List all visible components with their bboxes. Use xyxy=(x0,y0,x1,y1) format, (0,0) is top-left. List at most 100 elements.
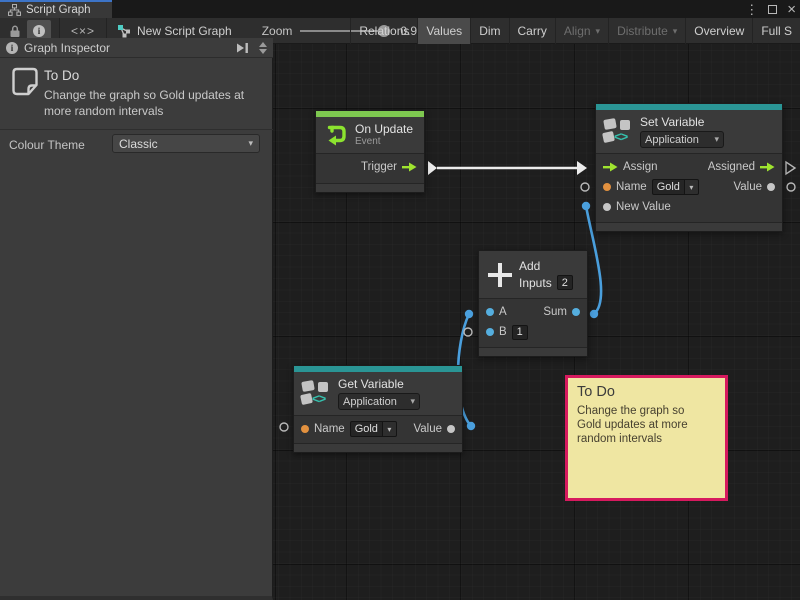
node-ports: Assign Assigned Name Gold ▾ xyxy=(596,153,782,222)
colour-theme-select[interactable]: Classic ▾ xyxy=(112,134,260,153)
graph-inspector-panel: i Graph Inspector To Do Change the graph… xyxy=(0,38,273,600)
maximize-icon[interactable] xyxy=(768,5,777,14)
tab-bar: Script Graph ⋮ × xyxy=(0,0,800,18)
node-title: Set Variable xyxy=(640,115,724,129)
node-footer xyxy=(316,183,424,192)
value-port-label: Value xyxy=(413,423,442,435)
node-add[interactable]: Add Inputs 2 A Sum xyxy=(478,250,588,357)
flow-input-port[interactable] xyxy=(603,162,618,172)
value-port-label: Value xyxy=(733,181,762,193)
toolbar-right-group: Relations Values Dim Carry Align ▾ Distr… xyxy=(350,18,800,44)
scroll-up-icon[interactable] xyxy=(259,42,267,47)
port-row: Assign Assigned xyxy=(596,157,782,177)
sum-port-label: Sum xyxy=(543,306,567,318)
colour-theme-value: Classic xyxy=(119,137,158,151)
node-set-variable[interactable]: <> Set Variable Application ▾ Assign xyxy=(595,103,783,232)
sticky-note-line: Change the graph so xyxy=(577,404,716,418)
name-input-port[interactable] xyxy=(603,183,611,191)
variable-scope-dropdown[interactable]: Application ▾ xyxy=(640,131,724,148)
variable-name-value: Gold xyxy=(652,179,685,195)
more-icon[interactable]: ⋮ xyxy=(745,3,758,16)
close-icon[interactable]: × xyxy=(787,2,796,17)
dock-panel-icon[interactable] xyxy=(236,42,249,54)
name-input-port[interactable] xyxy=(301,425,309,433)
variable-name-dropdown[interactable]: Gold ▾ xyxy=(350,421,397,437)
fullscreen-button[interactable]: Full S xyxy=(752,18,800,44)
assigned-port-label: Assigned xyxy=(708,161,755,173)
update-loop-icon xyxy=(323,123,348,148)
note-body: Change the graph so Gold updates at more… xyxy=(44,87,252,119)
port-row: Name Gold ▾ Value xyxy=(294,419,462,439)
flow-output-port[interactable] xyxy=(760,162,775,172)
sticky-note-todo[interactable]: To Do Change the graph so Gold updates a… xyxy=(565,375,728,501)
node-title: Add xyxy=(519,259,573,273)
chevron-down-icon: ▾ xyxy=(685,179,699,195)
b-port-label: B xyxy=(499,326,507,338)
values-label: Values xyxy=(426,24,462,38)
chevron-down-icon: ▾ xyxy=(408,397,415,406)
graph-canvas[interactable]: On Update Event Trigger xyxy=(273,44,800,600)
port-indicator-circle xyxy=(787,183,795,191)
port-indicator-triangle xyxy=(786,162,795,174)
new-script-graph-label: New Script Graph xyxy=(137,24,232,38)
port-row: A Sum xyxy=(479,302,587,322)
port-row: Trigger xyxy=(316,157,424,177)
connection-endpoint xyxy=(465,310,473,318)
align-label: Align xyxy=(564,24,591,38)
inputs-count-field[interactable]: 2 xyxy=(557,275,573,290)
a-input-port[interactable] xyxy=(486,308,494,316)
new-value-input-port[interactable] xyxy=(603,203,611,211)
port-row: B 1 xyxy=(479,322,587,342)
tab-script-graph[interactable]: Script Graph xyxy=(0,0,112,18)
node-title: On Update xyxy=(355,122,413,136)
info-icon: i xyxy=(33,25,45,37)
scope-value: Application xyxy=(343,396,397,408)
dim-label: Dim xyxy=(479,24,500,38)
value-output-port[interactable] xyxy=(767,183,775,191)
scroll-down-icon[interactable] xyxy=(259,49,267,54)
relations-label: Relations xyxy=(359,24,409,38)
lock-icon xyxy=(9,25,21,38)
connection-endpoint xyxy=(467,422,475,430)
name-port-label: Name xyxy=(616,181,647,193)
sticky-note-title: To Do xyxy=(577,384,716,400)
trigger-port-label: Trigger xyxy=(361,161,397,173)
add-icon xyxy=(488,263,512,287)
node-footer xyxy=(294,443,462,452)
port-indicator-circle xyxy=(280,423,288,431)
flow-output-port[interactable] xyxy=(402,162,417,172)
note-title: To Do xyxy=(44,68,79,83)
carry-button[interactable]: Carry xyxy=(509,18,555,44)
value-output-port[interactable] xyxy=(447,425,455,433)
name-port-label: Name xyxy=(314,423,345,435)
node-footer xyxy=(596,222,782,231)
b-value-field[interactable]: 1 xyxy=(512,325,528,340)
values-button[interactable]: Values xyxy=(417,18,470,44)
node-header: <> Set Variable Application ▾ xyxy=(596,110,782,153)
inspector-note-section: To Do Change the graph so Gold updates a… xyxy=(0,60,273,130)
chevron-down-icon: ▾ xyxy=(383,421,397,437)
dim-button[interactable]: Dim xyxy=(470,18,508,44)
variable-name-dropdown[interactable]: Gold ▾ xyxy=(652,179,699,195)
overview-button[interactable]: Overview xyxy=(685,18,752,44)
overview-label: Overview xyxy=(694,24,744,38)
relations-button[interactable]: Relations xyxy=(350,18,417,44)
align-dropdown[interactable]: Align ▾ xyxy=(555,18,608,44)
node-get-variable[interactable]: <> Get Variable Application ▾ Name Gold xyxy=(293,365,463,453)
node-footer xyxy=(479,347,587,356)
panel-scroll-arrows xyxy=(259,42,267,54)
chevron-down-icon: ▾ xyxy=(673,27,678,36)
distribute-dropdown[interactable]: Distribute ▾ xyxy=(608,18,685,44)
port-row: New Value xyxy=(596,197,782,217)
assign-port-label: Assign xyxy=(623,161,658,173)
info-icon: i xyxy=(6,42,18,54)
variables-icon: <> xyxy=(603,118,633,145)
node-on-update[interactable]: On Update Event Trigger xyxy=(315,110,425,193)
node-header: Add Inputs 2 xyxy=(479,251,587,298)
sum-output-port[interactable] xyxy=(572,308,580,316)
b-input-port[interactable] xyxy=(486,328,494,336)
variable-scope-dropdown[interactable]: Application ▾ xyxy=(338,393,420,410)
window-controls: ⋮ × xyxy=(745,0,796,18)
node-title: Get Variable xyxy=(338,377,420,391)
colour-theme-row: Colour Theme Classic ▾ xyxy=(0,130,273,160)
